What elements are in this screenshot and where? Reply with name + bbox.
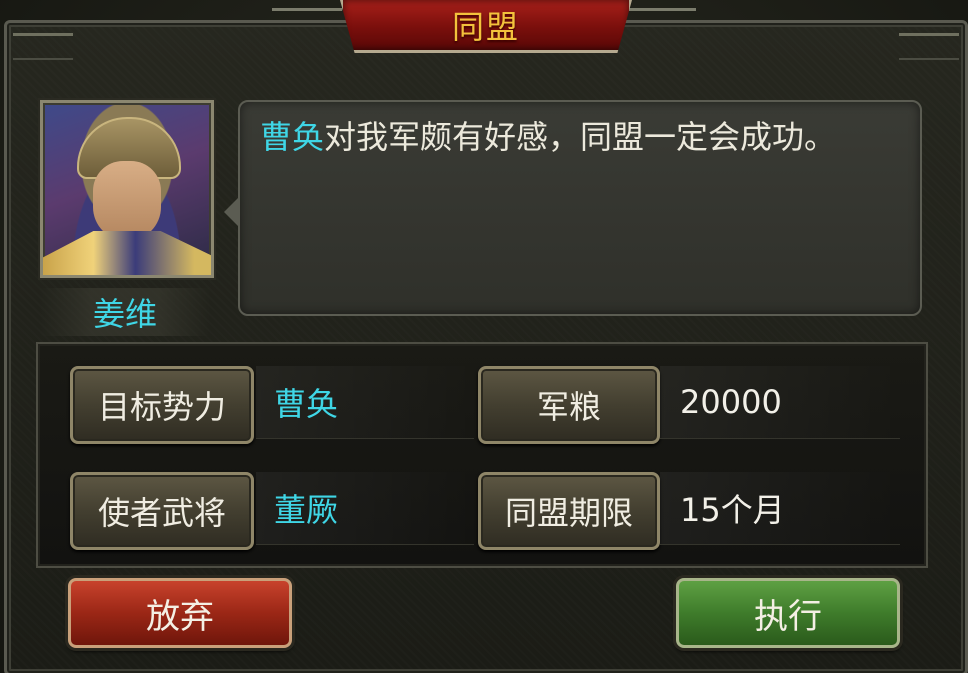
abandon-button[interactable]: 放弃 <box>68 578 292 648</box>
advisor-name: 姜维 <box>40 288 210 336</box>
speech-bubble: 曹奂对我军颇有好感，同盟一定会成功。 <box>238 100 922 316</box>
message-target-name: 曹奂 <box>260 118 325 156</box>
alliance-duration-value[interactable]: 15个月 <box>660 472 900 545</box>
alliance-dialog: 同盟 姜维 曹奂对我军颇有好感，同盟一定会成功。 目标势力 曹奂 军粮 2000… <box>0 0 968 673</box>
execute-button[interactable]: 执行 <box>676 578 900 648</box>
title-tab: 同盟 <box>340 0 632 53</box>
dialog-title: 同盟 <box>451 8 520 46</box>
portrait-face <box>93 161 161 241</box>
target-faction-label: 目标势力 <box>70 366 254 444</box>
portrait-armor <box>43 231 211 275</box>
envoy-general-label: 使者武将 <box>70 472 254 550</box>
alliance-duration-label: 同盟期限 <box>478 472 660 550</box>
advisor-portrait <box>40 100 214 278</box>
message-text: 对我军颇有好感，同盟一定会成功。 <box>324 118 837 156</box>
provisions-label: 军粮 <box>478 366 660 444</box>
advisor-message: 曹奂对我军颇有好感，同盟一定会成功。 <box>260 114 900 160</box>
target-faction-value[interactable]: 曹奂 <box>256 366 474 439</box>
corner-ornament-left <box>13 33 73 60</box>
title-ornament-right <box>626 8 696 51</box>
envoy-general-value[interactable]: 董厥 <box>256 472 474 545</box>
title-ornament-left <box>272 8 342 51</box>
corner-ornament-right <box>899 33 959 60</box>
provisions-value[interactable]: 20000 <box>660 366 900 439</box>
